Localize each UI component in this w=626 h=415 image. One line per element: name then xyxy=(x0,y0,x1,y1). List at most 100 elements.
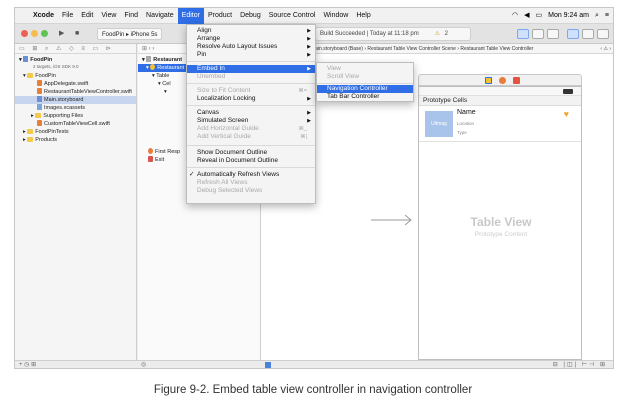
submenu-item-view[interactable]: View xyxy=(317,65,413,73)
utilities-toggle-icon[interactable] xyxy=(597,29,609,39)
run-icon[interactable]: ▶ xyxy=(59,28,64,40)
outline-first-responder[interactable]: First Resp xyxy=(148,148,180,156)
warning-icon[interactable]: ⚠ xyxy=(435,28,440,40)
navigator-toggle-icon[interactable] xyxy=(567,29,579,39)
outline-exit[interactable]: Exit xyxy=(148,156,164,164)
list-icon[interactable]: ≡ xyxy=(605,8,609,24)
volume-icon[interactable]: ◀ xyxy=(524,8,529,24)
jumpbar-crumb-controller[interactable]: Restaurant Table View Controller xyxy=(460,46,533,52)
zoom-window-button[interactable] xyxy=(41,30,48,37)
nav-item-custom-cell[interactable]: CustomTableViewCell.swift xyxy=(37,120,110,128)
filter-icon[interactable]: ◎ xyxy=(141,361,146,368)
heart-icon: ♥ xyxy=(563,109,569,119)
jumpbar-crumb-scene[interactable]: Restaurant Table View Controller Scene xyxy=(367,46,455,52)
version-editor-icon[interactable] xyxy=(547,29,559,39)
menu-item-canvas[interactable]: Canvas ▶ xyxy=(187,109,315,117)
cell-name-label: Name xyxy=(457,109,476,116)
menu-item-unembed[interactable]: Unembed xyxy=(187,73,315,81)
nav-item-supporting-files[interactable]: ▸ Supporting Files xyxy=(31,112,83,120)
menu-help[interactable]: Help xyxy=(352,8,374,24)
nav-item-foodpintests[interactable]: ▸ FoodPinTests xyxy=(23,128,69,136)
menu-item-refresh-all-views[interactable]: Refresh All Views xyxy=(187,179,315,187)
menu-item-size-to-fit[interactable]: Size to Fit Content ⌘= xyxy=(187,87,315,95)
menu-separator xyxy=(187,83,315,84)
exit-dock-icon[interactable] xyxy=(513,77,520,84)
wifi-icon[interactable]: ◠ xyxy=(512,8,518,24)
menu-item-show-document-outline[interactable]: Show Document Outline xyxy=(187,149,315,157)
outline-cell-row[interactable]: ▾ Cel xyxy=(158,80,171,88)
prototype-cell[interactable]: Uitmag Name Location Type ♥ xyxy=(419,106,581,142)
assistant-editor-icon[interactable] xyxy=(532,29,544,39)
outline-content-row[interactable]: ▾ xyxy=(164,88,167,96)
menu-editor[interactable]: Editor xyxy=(177,8,204,24)
stop-icon[interactable]: ■ xyxy=(75,28,79,40)
minimize-window-button[interactable] xyxy=(31,30,38,37)
submenu-arrow-icon: ▶ xyxy=(307,118,311,124)
menu-navigate[interactable]: Navigate xyxy=(142,8,178,24)
navigator-tabs[interactable]: ▭ ⊞ ⌕ ⚠ ◇ ≡ ▭ ⊳ xyxy=(15,44,136,54)
menu-item-resolve-auto-layout[interactable]: Resolve Auto Layout Issues ▶ xyxy=(187,43,315,51)
submenu-item-scroll-view[interactable]: Scroll View xyxy=(317,73,413,81)
menu-find[interactable]: Find xyxy=(120,8,142,24)
table-view-controller-scene[interactable]: Prototype Cells Uitmag Name Location Typ… xyxy=(418,86,582,360)
nav-item-restaurant-controller[interactable]: RestaurantTableViewController.swift xyxy=(37,88,132,96)
nav-item-appdelegate[interactable]: AppDelegate.swift xyxy=(37,80,88,88)
jumpbar-nav-icon[interactable]: ‹ ⚠ › xyxy=(600,44,611,54)
menu-source-control[interactable]: Source Control xyxy=(265,8,320,24)
menu-item-embed-in[interactable]: Embed In ▶ xyxy=(187,65,315,73)
scheme-selector[interactable]: FoodPin ▸ iPhone 5s xyxy=(97,28,163,40)
search-icon[interactable]: ⌕ xyxy=(595,8,599,24)
menu-item-arrange[interactable]: Arrange ▶ xyxy=(187,35,315,43)
nav-item-images-xcassets[interactable]: Images.xcassets xyxy=(37,104,85,112)
battery-icon[interactable]: ▭ xyxy=(536,8,543,24)
outline-scene-header[interactable]: ▾ Restaurant xyxy=(142,56,182,64)
checkmark-icon: ✓ xyxy=(189,171,195,178)
view-controller-dock-icon[interactable] xyxy=(485,77,492,84)
menu-product[interactable]: Product xyxy=(204,8,236,24)
shortcut-label: ⌘= xyxy=(298,88,307,94)
menu-item-align[interactable]: Align ▶ xyxy=(187,27,315,35)
menu-window[interactable]: Window xyxy=(319,8,352,24)
table-view-placeholder-subtitle: Prototype Content xyxy=(474,231,528,238)
menu-item-localization-locking[interactable]: Localization Locking ▶ xyxy=(187,95,315,103)
menu-edit[interactable]: Edit xyxy=(77,8,97,24)
close-window-button[interactable] xyxy=(21,30,28,37)
submenu-item-tab-bar-controller[interactable]: Tab Bar Controller xyxy=(317,93,413,101)
menubar-clock[interactable]: Mon 9:24 am xyxy=(548,8,589,24)
add-file-icon[interactable]: + ◷ ⊞ xyxy=(19,361,36,368)
bottom-bar: + ◷ ⊞ ◎ ⊟ |◫| ⊢⊣ ⊞ xyxy=(15,360,613,368)
menu-debug[interactable]: Debug xyxy=(236,8,265,24)
controller-icon xyxy=(150,64,156,70)
nav-item-foodpin-folder[interactable]: ▾ FoodPin xyxy=(23,72,56,80)
nav-item-main-storyboard[interactable]: Main.storyboard xyxy=(15,96,136,104)
menu-item-reveal-in-outline[interactable]: Reveal in Document Outline xyxy=(187,157,315,165)
jumpbar-crumb-file[interactable]: Main.storyboard (Base) xyxy=(311,46,363,52)
submenu-arrow-icon: ▶ xyxy=(307,96,311,102)
build-status-text: Build Succeeded | Today at 11:18 pm xyxy=(320,31,419,37)
menu-app-name[interactable]: Xcode xyxy=(29,8,58,24)
menu-separator xyxy=(187,167,315,168)
submenu-arrow-icon: ▶ xyxy=(307,36,311,42)
nav-item-products[interactable]: ▸ Products xyxy=(23,136,57,144)
menu-item-add-horizontal-guide[interactable]: Add Horizontal Guide ⌘_ xyxy=(187,125,315,133)
menu-file[interactable]: File xyxy=(58,8,77,24)
standard-editor-icon[interactable] xyxy=(517,29,529,39)
debug-area-toggle-icon[interactable] xyxy=(582,29,594,39)
menu-view[interactable]: View xyxy=(97,8,120,24)
xcode-screenshot: Xcode File Edit View Find Navigate Edito… xyxy=(14,7,614,369)
menu-separator xyxy=(317,83,413,84)
folder-icon xyxy=(27,73,34,78)
auto-layout-tools-icon[interactable]: ⊟ |◫| ⊢⊣ ⊞ xyxy=(553,361,607,368)
prototype-cells-header: Prototype Cells xyxy=(419,96,581,106)
first-responder-dock-icon[interactable] xyxy=(499,77,506,84)
submenu-item-navigation-controller[interactable]: Navigation Controller xyxy=(317,85,413,93)
menu-item-add-vertical-guide[interactable]: Add Vertical Guide ⌘| xyxy=(187,133,315,141)
document-outline-toggle-icon[interactable] xyxy=(265,362,271,368)
outline-table-view-row[interactable]: ▾ Table xyxy=(152,72,169,80)
menu-item-pin[interactable]: Pin ▶ xyxy=(187,51,315,59)
first-responder-icon xyxy=(148,148,153,154)
menu-item-simulated-screen[interactable]: Simulated Screen ▶ xyxy=(187,117,315,125)
menu-item-debug-selected-views[interactable]: Debug Selected Views xyxy=(187,187,315,195)
menubar-status-area: ◠ ◀ ▭ Mon 9:24 am ⌕ ≡ xyxy=(512,8,609,24)
menu-item-auto-refresh-views[interactable]: ✓ Automatically Refresh Views xyxy=(187,171,315,179)
